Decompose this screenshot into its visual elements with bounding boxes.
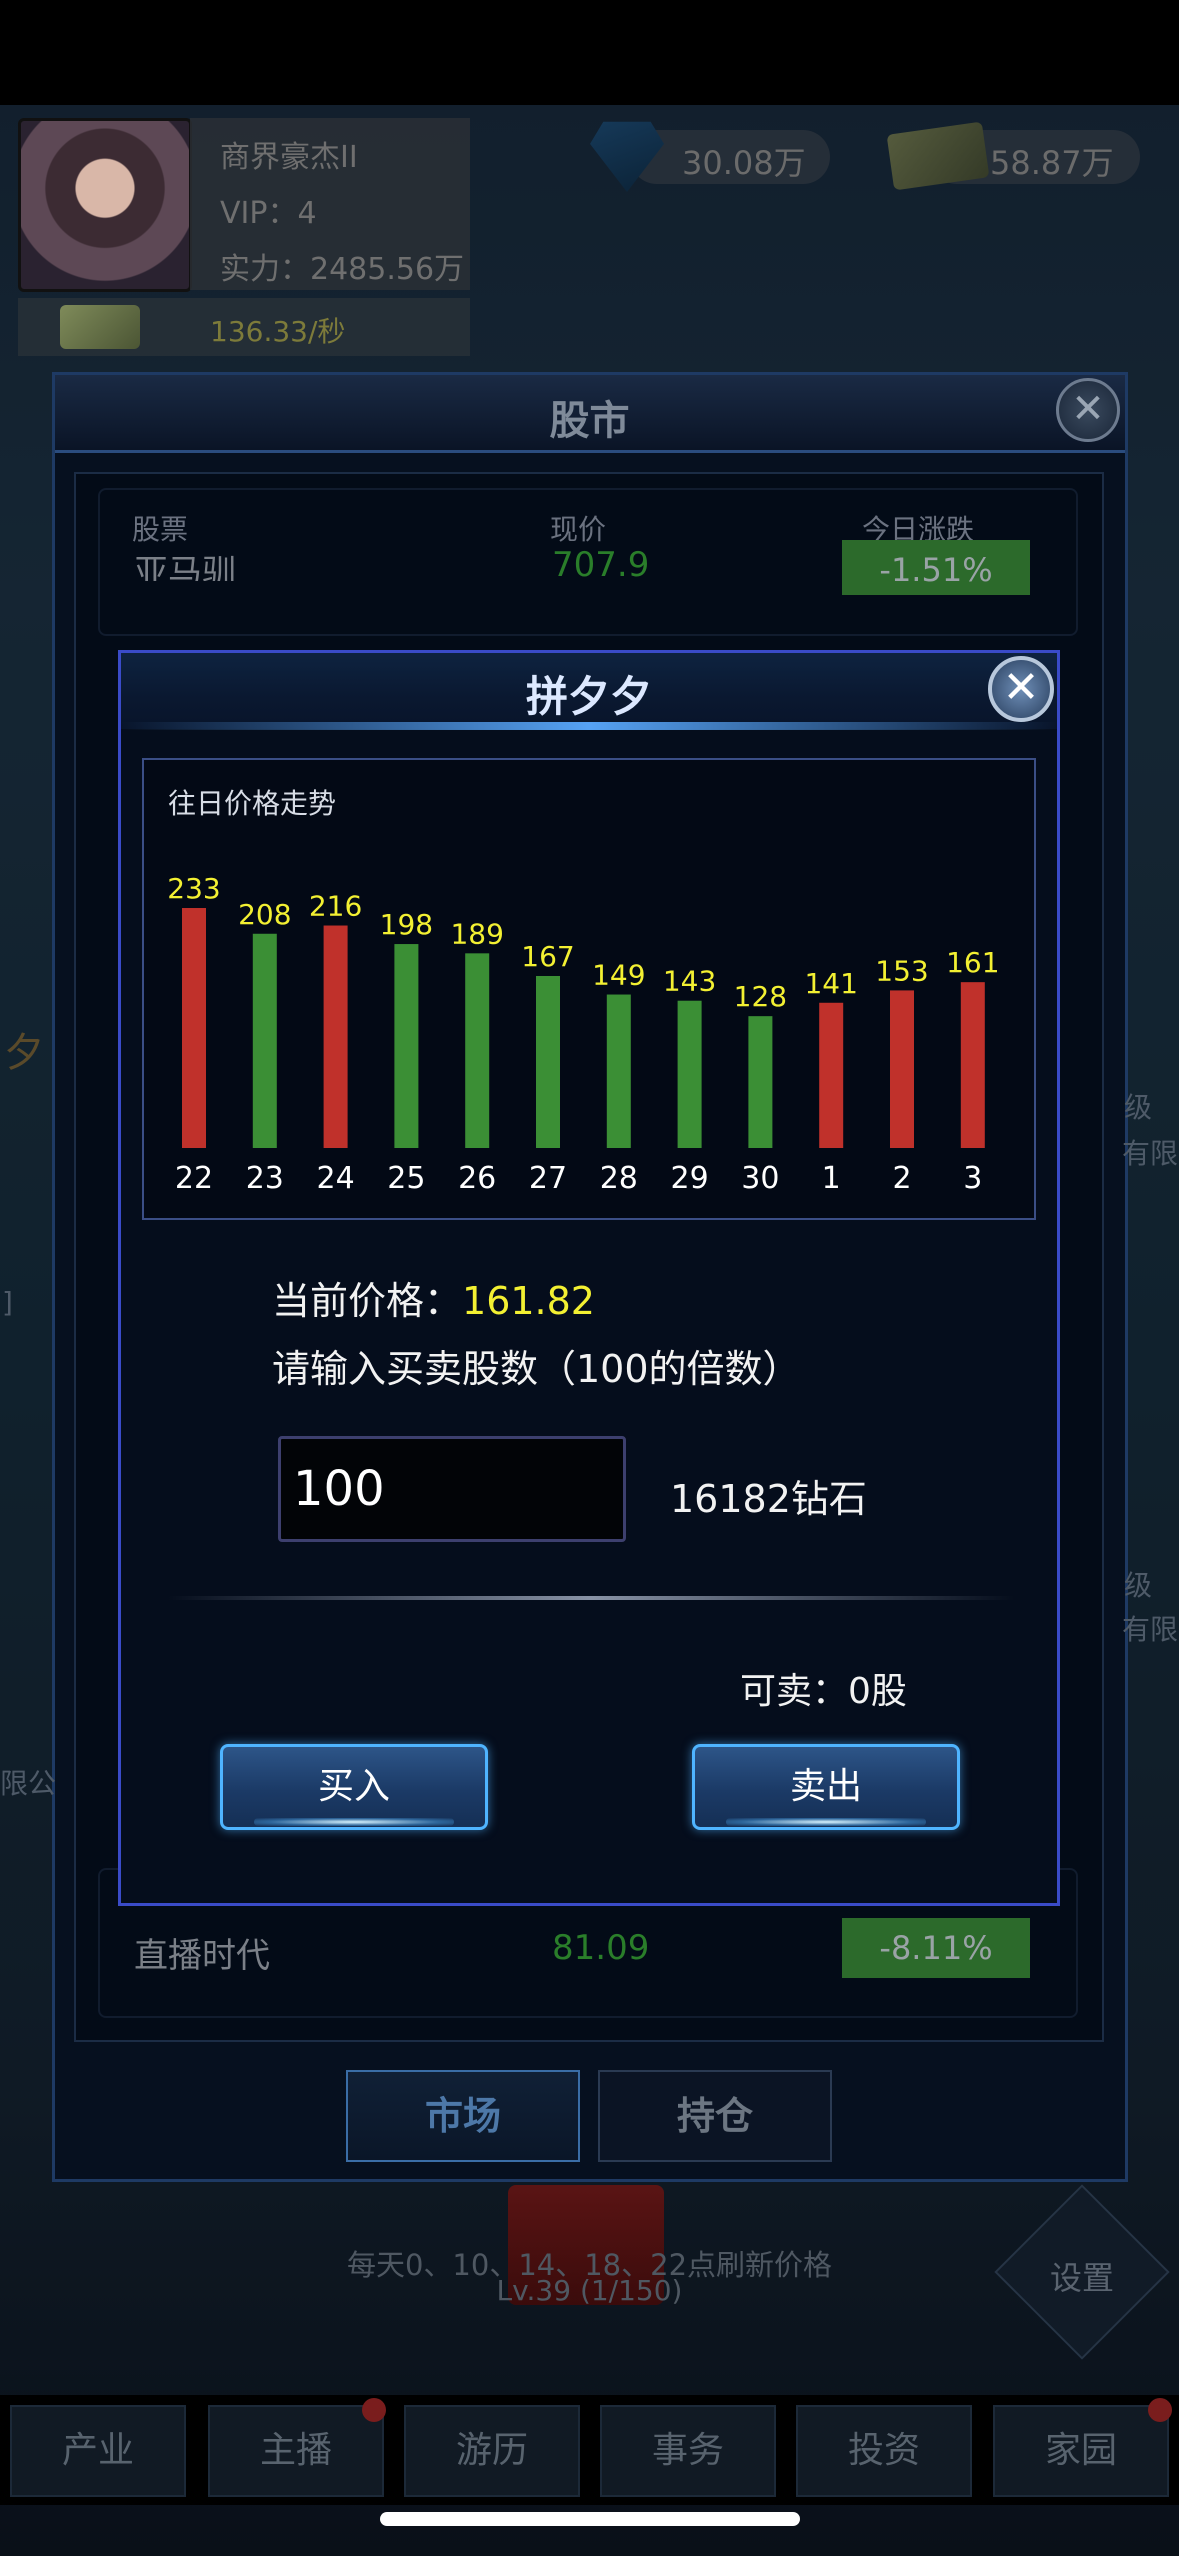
chart-tick-label: 28: [600, 1161, 638, 1196]
chart-bar: [182, 908, 206, 1148]
nav-home[interactable]: 家园: [993, 2405, 1169, 2497]
stock-market-title: 股市: [549, 398, 630, 444]
chart-bar: [890, 990, 914, 1148]
cash-amount: 58.87万: [990, 144, 1114, 182]
chart-value-label: 233: [167, 872, 220, 905]
side-fragment: 级: [1124, 1569, 1153, 1602]
chart-value-label: 189: [450, 917, 503, 950]
chart-bar: [960, 982, 985, 1148]
notification-dot: [1148, 2398, 1172, 2422]
chart-tick-label: 24: [317, 1161, 355, 1196]
sell-button-glow: [726, 1818, 926, 1826]
stock-price: 707.9: [552, 545, 650, 581]
chart-value-label: 216: [309, 890, 362, 923]
current-price-label: 当前价格：: [272, 1279, 463, 1323]
side-fragment: 限公: [0, 1767, 57, 1800]
chart-value-label: 141: [804, 967, 857, 1000]
stock-name: 亚马驯: [134, 553, 236, 581]
stock-price: 81.09: [552, 1928, 650, 1968]
player-avatar[interactable]: [18, 118, 192, 292]
player-name: 商界豪杰II: [220, 140, 358, 175]
chart-bar: [394, 944, 419, 1148]
player-power: 实力：2485.56万: [220, 252, 465, 287]
buy-button-glow: [254, 1818, 454, 1826]
chart-tick-label: 2: [892, 1161, 911, 1196]
dialog-close-icon[interactable]: ✕: [988, 656, 1054, 722]
cash-stack-icon: [60, 305, 140, 349]
sellable-shares: 可卖：0股: [740, 1671, 907, 1712]
chart-tick-label: 1: [822, 1161, 841, 1196]
chart-value-label: 149: [592, 959, 645, 992]
chart-bar: [536, 975, 560, 1148]
income-rate: 136.33/秒: [210, 315, 346, 348]
notification-dot: [362, 2398, 386, 2422]
tab-market[interactable]: 市场: [346, 2070, 580, 2162]
chart-tick-label: 30: [741, 1161, 779, 1196]
stock-name: 直播时代: [134, 1936, 270, 1976]
nav-streamer[interactable]: 主播: [208, 2405, 384, 2497]
chart-value-label: 208: [238, 898, 291, 931]
chart-bar: [606, 994, 631, 1148]
nav-travel[interactable]: 游历: [404, 2405, 580, 2497]
current-price-value: 161.82: [462, 1279, 595, 1323]
current-price-line: 当前价格：161.82: [272, 1270, 595, 1325]
diamond-amount: 30.08万: [682, 144, 806, 182]
stock-change-badge: -8.11%: [842, 1918, 1030, 1978]
chart-tick-label: 27: [529, 1161, 567, 1196]
chart-value-label: 198: [380, 908, 433, 941]
total-cost: 16182钻石: [670, 1477, 867, 1521]
divider: [168, 1596, 1014, 1600]
chart-bar: [465, 953, 490, 1148]
side-fragment: 级: [1124, 1091, 1153, 1124]
chart-tick-label: 22: [175, 1161, 213, 1196]
chart-tick-label: 25: [387, 1161, 425, 1196]
chart-value-label: 143: [663, 965, 716, 998]
chart-value-label: 161: [946, 946, 999, 979]
chart-bar: [252, 933, 277, 1148]
quantity-prompt: 请输入买卖股数（100的倍数）: [272, 1347, 801, 1391]
tab-holdings[interactable]: 持仓: [598, 2070, 832, 2162]
side-fragment: 有限: [1122, 1613, 1179, 1646]
nav-industry[interactable]: 产业: [10, 2405, 186, 2497]
dialog-title: 拼夕夕: [525, 672, 652, 721]
chart-tick-label: 29: [671, 1161, 709, 1196]
quantity-input[interactable]: [278, 1436, 626, 1542]
chart-tick-label: 26: [458, 1161, 496, 1196]
chart-value-label: 128: [734, 980, 787, 1013]
side-fragment: 夕: [4, 1030, 44, 1076]
market-close-icon[interactable]: ✕: [1056, 378, 1120, 442]
chart-value-label: 153: [875, 954, 928, 987]
side-fragment: 有限: [1122, 1137, 1179, 1170]
chart-value-label: 167: [521, 940, 574, 973]
settings-label: 设置: [1049, 2259, 1114, 2297]
chart-bar: [748, 1016, 773, 1148]
chart-tick-label: 3: [963, 1161, 982, 1196]
home-indicator[interactable]: [380, 2512, 800, 2526]
nav-invest[interactable]: 投资: [796, 2405, 972, 2497]
chart-bar: [819, 1002, 844, 1148]
price-trend-bars: 2332220823216241982518926167271492814329…: [167, 872, 999, 1196]
vip-level: VIP：4: [220, 196, 317, 231]
nav-affairs[interactable]: 事务: [600, 2405, 776, 2497]
chart-bar: [677, 1000, 702, 1148]
chart-tick-label: 23: [246, 1161, 284, 1196]
side-fragment: ]: [2, 1286, 13, 1319]
stock-change-badge: -1.51%: [842, 540, 1030, 595]
chart-bar: [323, 925, 348, 1148]
